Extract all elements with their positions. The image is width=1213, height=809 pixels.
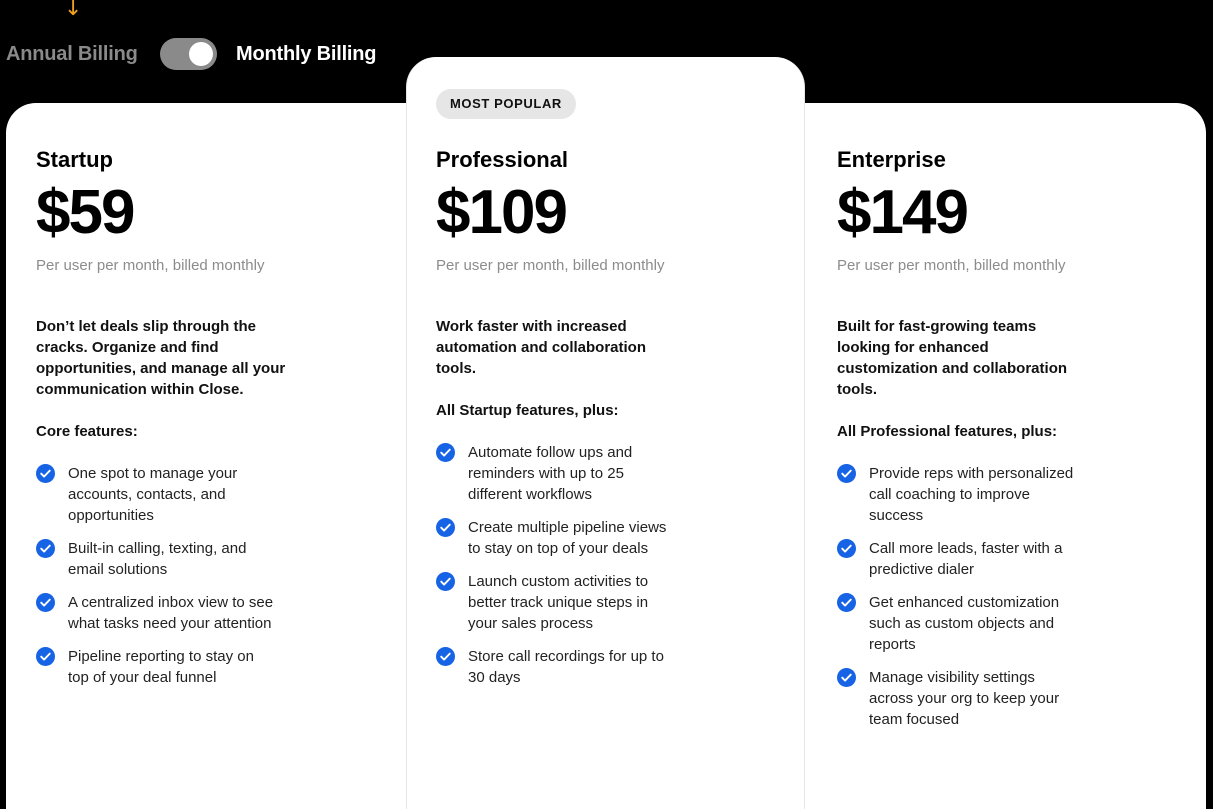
check-circle-icon xyxy=(36,464,55,483)
plan-name: Enterprise xyxy=(837,147,946,172)
feature-list: One spot to manage your accounts, contac… xyxy=(36,463,276,700)
feature-item: Provide reps with personalized call coac… xyxy=(837,463,1077,526)
feature-text: Get enhanced customization such as custo… xyxy=(869,594,1060,653)
feature-text: Manage visibility settings across your o… xyxy=(869,669,1060,728)
plan-description: Don’t let deals slip through the cracks.… xyxy=(36,318,286,398)
check-circle-icon xyxy=(436,647,455,666)
feature-text: Call more leads, faster with a predictiv… xyxy=(869,540,1063,578)
feature-item: One spot to manage your accounts, contac… xyxy=(36,463,276,526)
billing-note: Per user per month, billed monthly xyxy=(837,257,1066,274)
feature-list: Automate follow ups and reminders with u… xyxy=(436,442,676,700)
check-circle-icon xyxy=(837,668,856,687)
check-circle-icon xyxy=(36,647,55,666)
billing-note: Per user per month, billed monthly xyxy=(436,257,665,274)
plan-price: $59 xyxy=(36,178,135,247)
plan-price: $149 xyxy=(837,178,969,247)
most-popular-badge: MOST POPULAR xyxy=(436,89,576,119)
feature-list: Provide reps with personalized call coac… xyxy=(837,463,1077,742)
check-circle-icon xyxy=(837,593,856,612)
feature-text: Pipeline reporting to stay on top of you… xyxy=(68,648,254,686)
monthly-billing-label[interactable]: Monthly Billing xyxy=(236,43,377,66)
check-circle-icon xyxy=(837,464,856,483)
toggle-knob xyxy=(189,42,213,66)
feature-text: Automate follow ups and reminders with u… xyxy=(468,444,633,503)
feature-item: Built-in calling, texting, and email sol… xyxy=(36,538,276,580)
feature-item: A centralized inbox view to see what tas… xyxy=(36,592,276,634)
feature-text: Store call recordings for up to 30 days xyxy=(468,648,664,686)
check-circle-icon xyxy=(837,539,856,558)
plan-name: Professional xyxy=(436,147,569,172)
plan-price: $109 xyxy=(436,178,568,247)
check-circle-icon xyxy=(436,518,455,537)
check-circle-icon xyxy=(436,572,455,591)
feature-item: Get enhanced customization such as custo… xyxy=(837,592,1077,655)
arrow-down-icon: ↓ xyxy=(64,0,83,21)
feature-item: Pipeline reporting to stay on top of you… xyxy=(36,646,276,688)
billing-note: Per user per month, billed monthly xyxy=(36,257,265,274)
feature-text: One spot to manage your accounts, contac… xyxy=(68,465,238,524)
feature-item: Automate follow ups and reminders with u… xyxy=(436,442,676,505)
feature-text: Launch custom activities to better track… xyxy=(468,573,649,632)
check-circle-icon xyxy=(36,593,55,612)
feature-item: Call more leads, faster with a predictiv… xyxy=(837,538,1077,580)
feature-text: A centralized inbox view to see what tas… xyxy=(68,594,274,632)
check-circle-icon xyxy=(36,539,55,558)
feature-item: Store call recordings for up to 30 days xyxy=(436,646,676,688)
features-heading: Core features: xyxy=(36,423,138,440)
features-heading: All Startup features, plus: xyxy=(436,402,619,419)
check-circle-icon xyxy=(436,443,455,462)
feature-item: Manage visibility settings across your o… xyxy=(837,667,1077,730)
feature-text: Provide reps with personalized call coac… xyxy=(869,465,1074,524)
plan-name: Startup xyxy=(36,147,113,172)
annual-billing-label[interactable]: Annual Billing xyxy=(6,43,138,66)
features-heading: All Professional features, plus: xyxy=(837,423,1058,440)
feature-text: Create multiple pipeline views to stay o… xyxy=(468,519,667,557)
billing-toggle[interactable] xyxy=(160,38,217,70)
feature-item: Create multiple pipeline views to stay o… xyxy=(436,517,676,559)
feature-text: Built-in calling, texting, and email sol… xyxy=(68,540,247,578)
feature-item: Launch custom activities to better track… xyxy=(436,571,676,634)
plan-description: Built for fast-growing teams looking for… xyxy=(837,318,1068,398)
plan-description: Work faster with increased automation an… xyxy=(436,318,647,377)
